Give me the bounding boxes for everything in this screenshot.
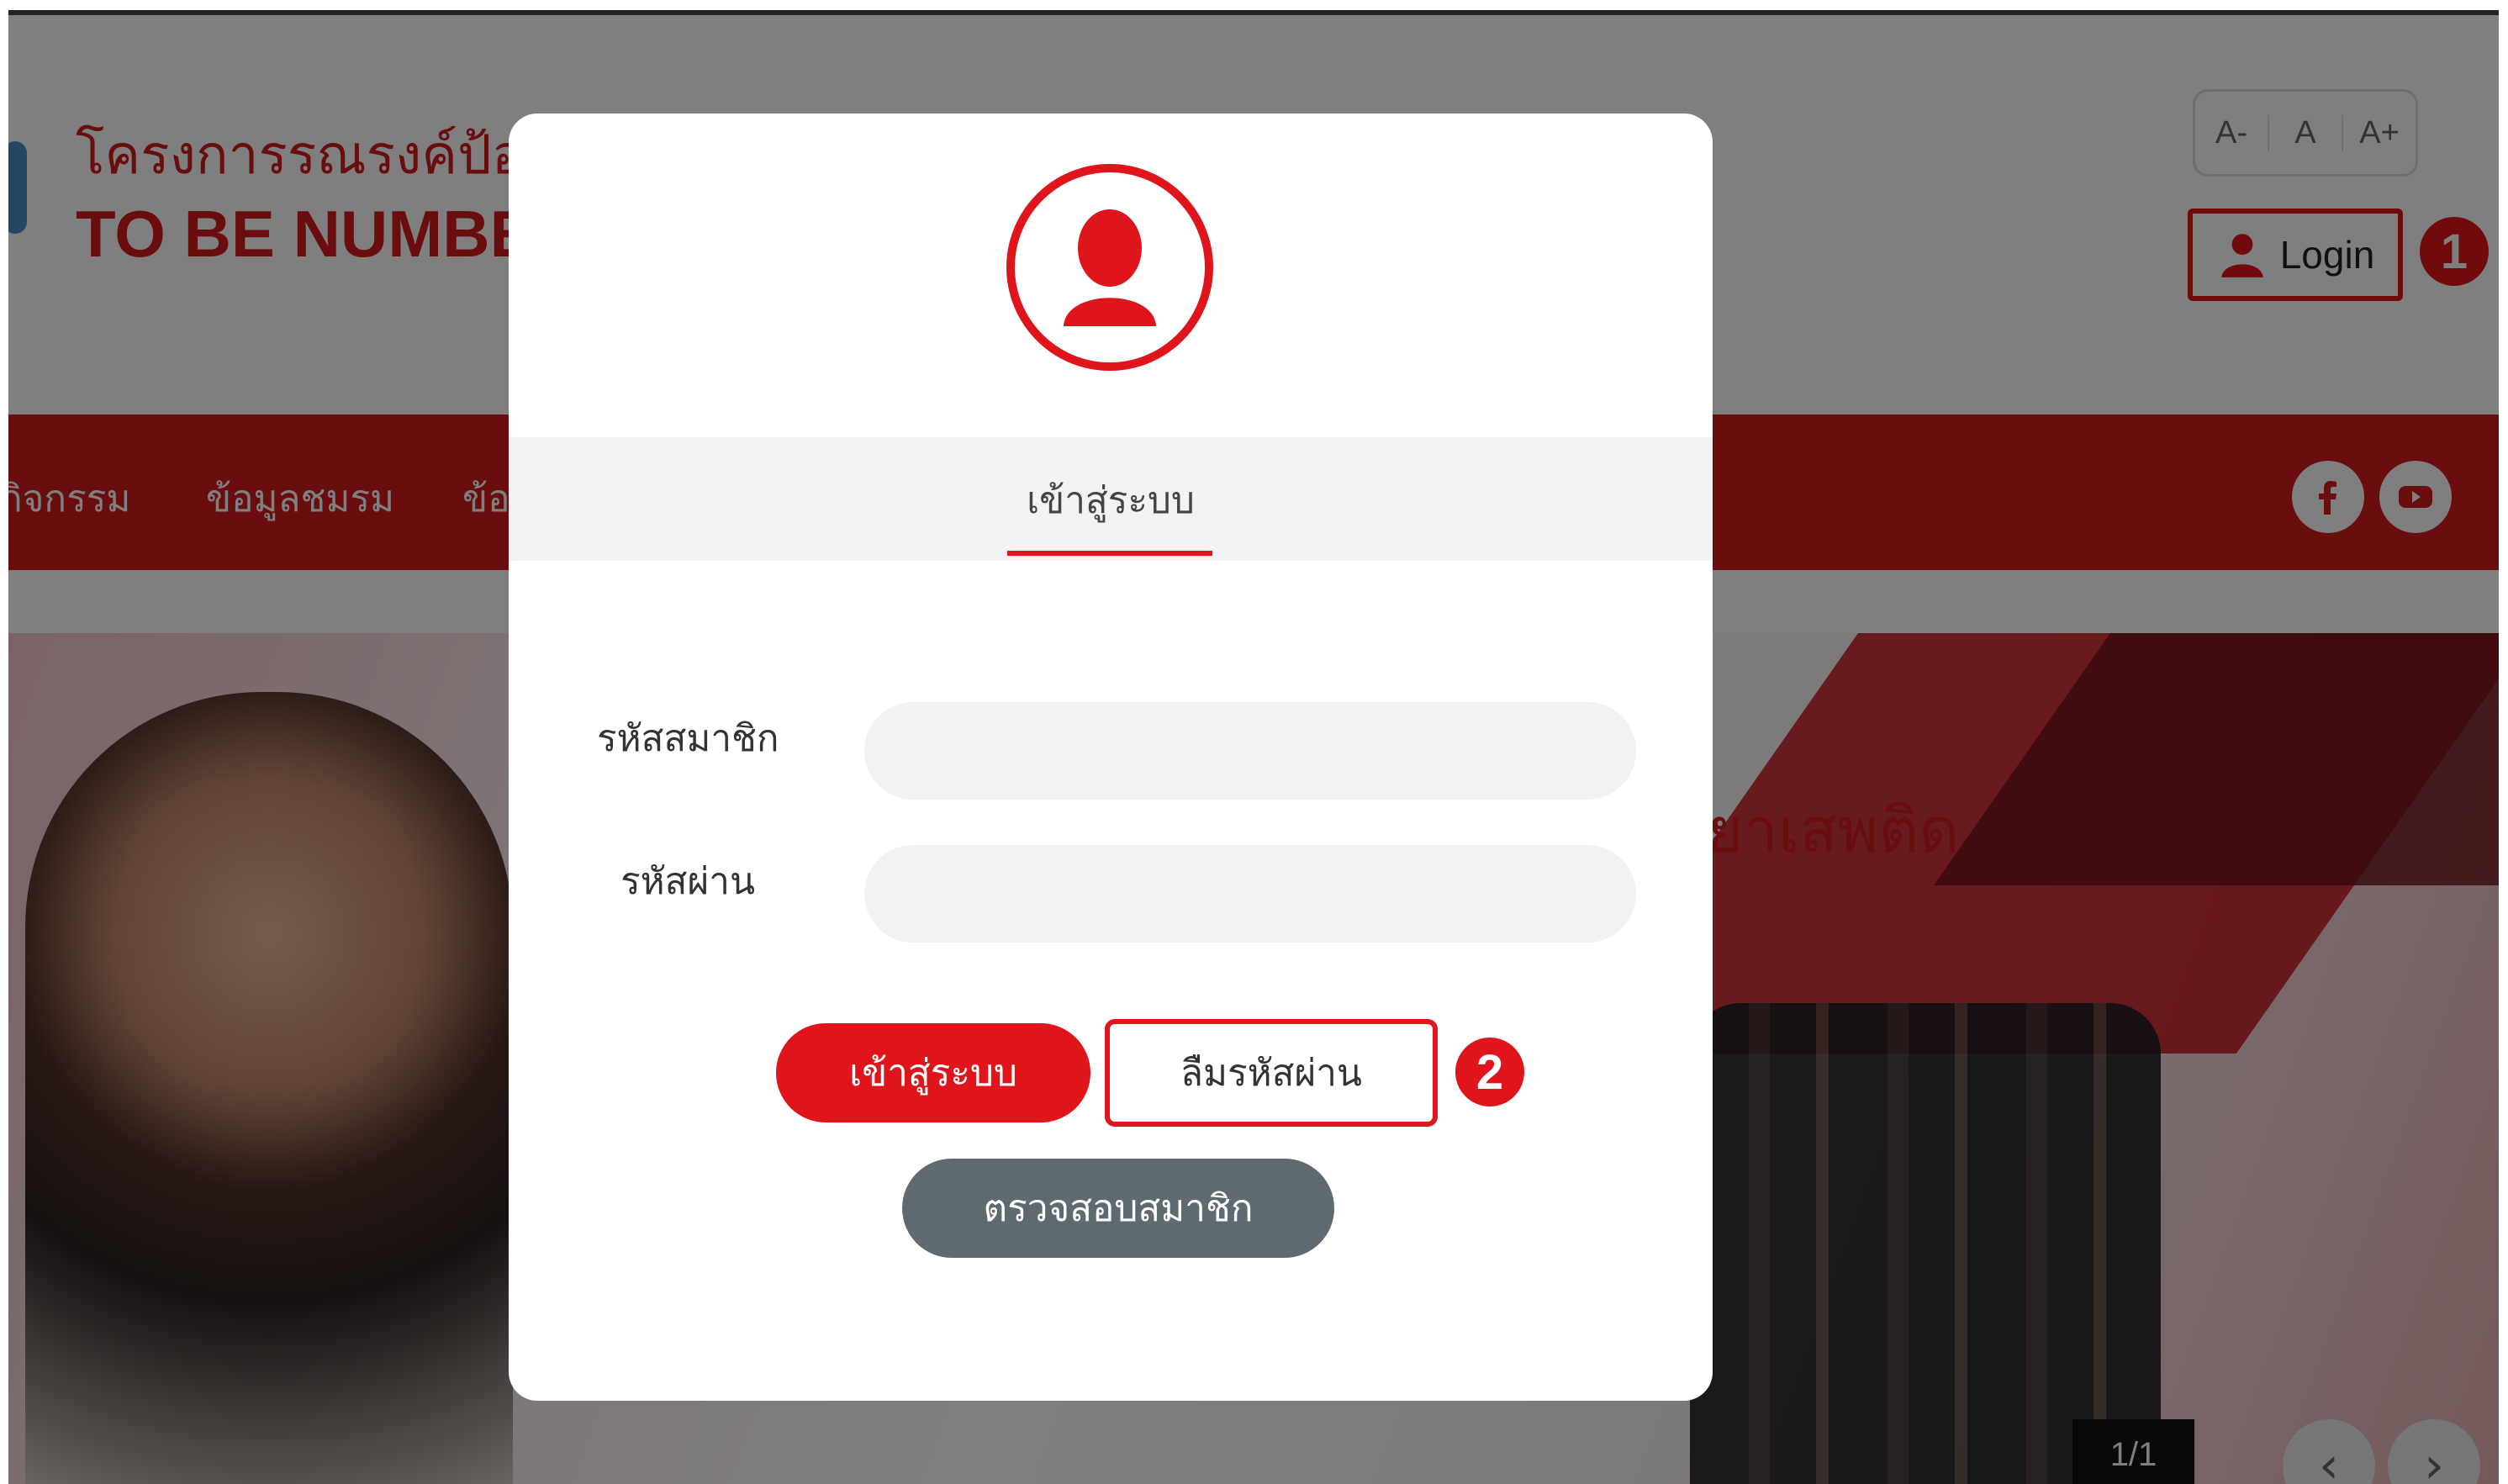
modal-tabbar: เข้าสู่ระบบ: [509, 437, 1713, 561]
login-modal: เข้าสู่ระบบ รหัสสมาชิก รหัสผ่าน เข้าสู่ร…: [509, 114, 1713, 1401]
password-label: รหัสผ่าน: [620, 860, 756, 903]
browser-page: โครงการรณรงค์ป้อ TO BE NUMBER A- A A+ Lo…: [8, 10, 2499, 1484]
password-input[interactable]: [864, 845, 1636, 943]
step-2-badge: 2: [1455, 1038, 1524, 1106]
forgot-password-button[interactable]: ลืมรหัสผ่าน: [1105, 1019, 1438, 1127]
tab-login[interactable]: เข้าสู่ระบบ: [509, 471, 1713, 530]
check-member-button[interactable]: ตรวจสอบสมาชิก: [902, 1159, 1334, 1258]
member-id-input[interactable]: [864, 702, 1636, 800]
user-avatar-icon: [1006, 164, 1213, 371]
active-tab-indicator: [1007, 551, 1212, 556]
login-submit-button[interactable]: เข้าสู่ระบบ: [776, 1023, 1090, 1122]
member-id-label: รหัสสมาชิก: [597, 717, 779, 760]
